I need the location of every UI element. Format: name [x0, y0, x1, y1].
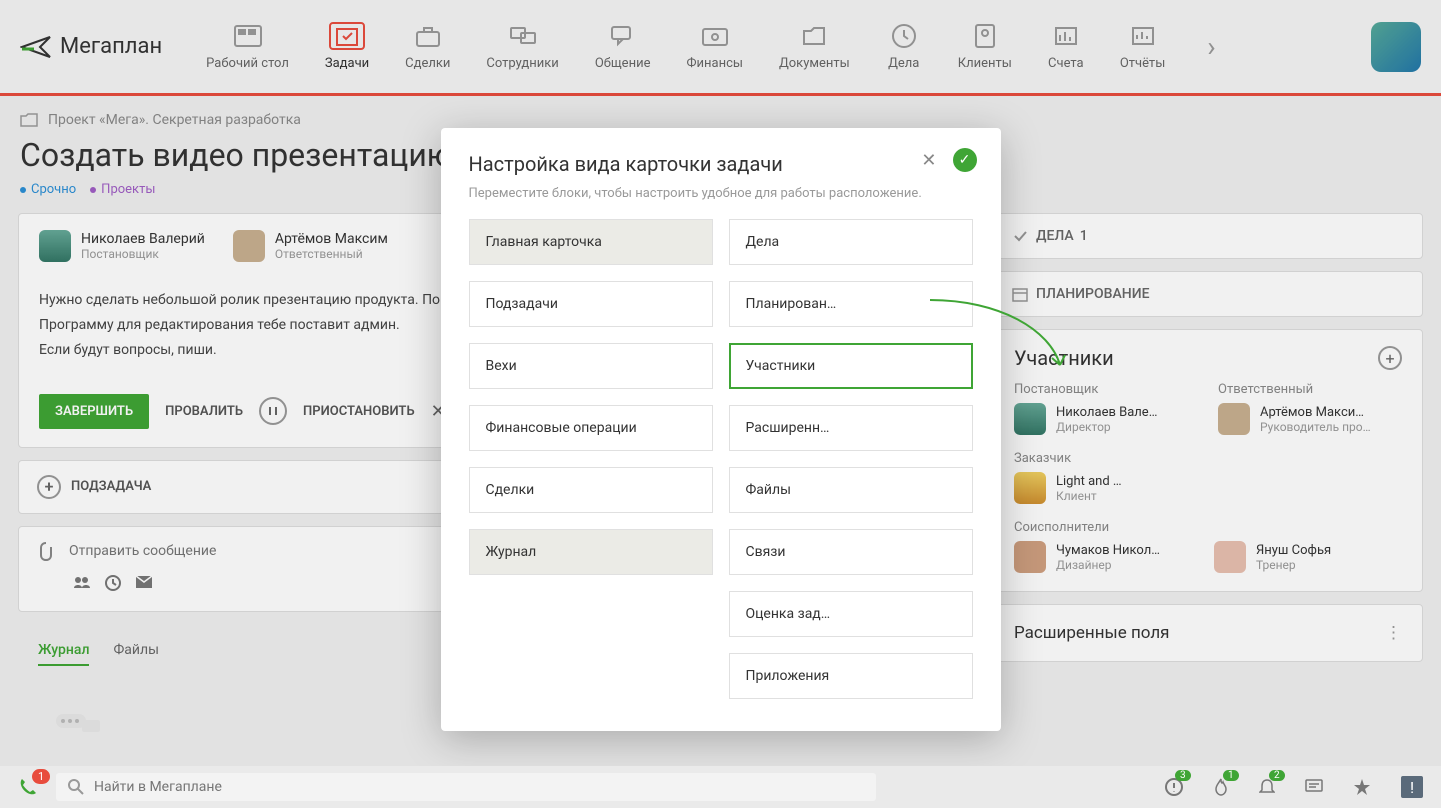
star-icon[interactable] — [1353, 778, 1371, 796]
block-apps[interactable]: Приложения — [729, 653, 973, 699]
modal-overlay: ✕ ✓ Настройка вида карточки задачи Перем… — [0, 0, 1441, 808]
block-main-card[interactable]: Главная карточка — [469, 219, 713, 265]
modal-subtitle: Переместите блоки, чтобы настроить удобн… — [469, 186, 973, 201]
block-estimate[interactable]: Оценка зад… — [729, 591, 973, 637]
modal-left-col: Главная карточка Подзадачи Вехи Финансов… — [469, 219, 713, 699]
block-files[interactable]: Файлы — [729, 467, 973, 513]
block-finance[interactable]: Финансовые операции — [469, 405, 713, 451]
block-milestones[interactable]: Вехи — [469, 343, 713, 389]
bell-bottom-icon[interactable]: 2 — [1259, 778, 1275, 796]
bottom-search[interactable] — [56, 773, 876, 801]
block-subtasks[interactable]: Подзадачи — [469, 281, 713, 327]
phone-button[interactable]: 1 — [18, 777, 38, 797]
card-layout-modal: ✕ ✓ Настройка вида карточки задачи Перем… — [441, 128, 1001, 731]
block-dela[interactable]: Дела — [729, 219, 973, 265]
chat-icon[interactable] — [1305, 779, 1323, 795]
block-journal[interactable]: Журнал — [469, 529, 713, 575]
search-icon — [68, 779, 84, 795]
modal-confirm-button[interactable]: ✓ — [953, 148, 977, 172]
block-planning[interactable]: Планирован… — [729, 281, 973, 327]
modal-title: Настройка вида карточки задачи — [469, 152, 973, 176]
modal-right-col: Дела Планирован… Участники Расширенн… Фа… — [729, 219, 973, 699]
bottom-bar: 1 3 1 2 ! — [0, 766, 1441, 808]
fire-icon[interactable]: 1 — [1213, 778, 1229, 796]
bottom-search-input[interactable] — [94, 779, 864, 795]
feedback-icon[interactable]: ! — [1401, 776, 1423, 798]
block-participants[interactable]: Участники — [729, 343, 973, 389]
modal-close-button[interactable]: ✕ — [921, 150, 936, 171]
alert-icon[interactable]: 3 — [1165, 778, 1183, 796]
block-links[interactable]: Связи — [729, 529, 973, 575]
block-deals[interactable]: Сделки — [469, 467, 713, 513]
block-extended[interactable]: Расширенн… — [729, 405, 973, 451]
